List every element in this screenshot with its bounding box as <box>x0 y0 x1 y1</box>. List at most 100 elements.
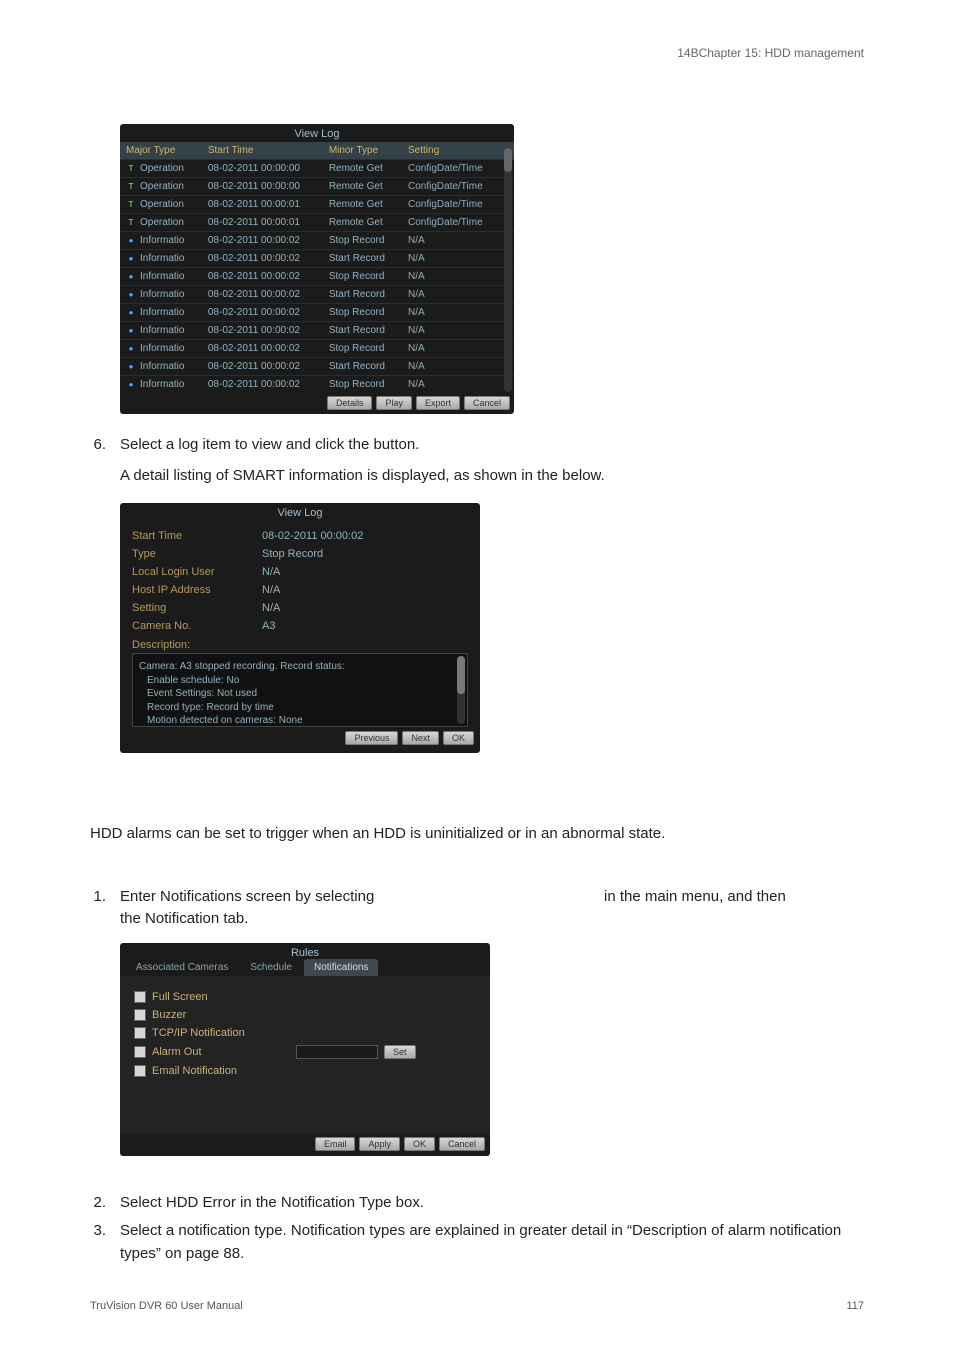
table-row[interactable]: ●Informatio 08-02-2011 00:00:02Start Rec… <box>120 358 514 376</box>
opt-alarm-out: Alarm Out Set <box>134 1042 476 1062</box>
operation-icon: T <box>126 199 136 209</box>
details-button[interactable]: Details <box>327 396 373 410</box>
detail-footer: Previous Next OK <box>120 727 480 749</box>
table-row[interactable]: ●Informatio 08-02-2011 00:00:02Stop Reco… <box>120 304 514 322</box>
information-icon: ● <box>126 307 136 317</box>
information-icon: ● <box>126 361 136 371</box>
val-start-time: 08-02-2011 00:00:02 <box>262 530 363 542</box>
apply-button[interactable]: Apply <box>359 1137 400 1151</box>
step-1-number: 1. <box>90 886 106 931</box>
next-button[interactable]: Next <box>402 731 439 745</box>
table-row[interactable]: ●Informatio 08-02-2011 00:00:02Stop Reco… <box>120 232 514 250</box>
step-1: 1. Enter Notifications screen by selecti… <box>90 886 864 931</box>
detail-window: View Log Start Time08-02-2011 00:00:02 T… <box>120 503 480 753</box>
step-2: 2. Select HDD Error in the Notification … <box>90 1192 864 1215</box>
page-footer: TruVision DVR 60 User Manual 117 <box>90 1300 864 1312</box>
rules-tabs: Associated Cameras Schedule Notification… <box>126 959 490 976</box>
cancel-button[interactable]: Cancel <box>464 396 510 410</box>
lbl-start-time: Start Time <box>132 530 262 542</box>
operation-icon: T <box>126 163 136 173</box>
ok-button-rules[interactable]: OK <box>404 1137 435 1151</box>
table-row[interactable]: ●Informatio 08-02-2011 00:00:02Stop Reco… <box>120 376 514 394</box>
log-window-title: View Log <box>120 124 514 142</box>
table-row[interactable]: TOperation 08-02-2011 00:00:01Remote Get… <box>120 214 514 232</box>
opt-email-notification[interactable]: Email Notification <box>134 1062 476 1080</box>
opt-tcpip[interactable]: TCP/IP Notification <box>134 1024 476 1042</box>
step-3: 3. Select a notification type. Notificat… <box>90 1220 864 1265</box>
rules-body: Full Screen Buzzer TCP/IP Notification A… <box>120 976 490 1134</box>
detail-window-figure: View Log Start Time08-02-2011 00:00:02 T… <box>120 503 864 753</box>
table-row[interactable]: ●Informatio 08-02-2011 00:00:02Stop Reco… <box>120 268 514 286</box>
rules-title: Rules <box>120 943 490 959</box>
col-setting[interactable]: Setting <box>402 142 514 160</box>
table-row[interactable]: TOperation 08-02-2011 00:00:00Remote Get… <box>120 160 514 178</box>
lbl-camera-no: Camera No. <box>132 620 262 632</box>
detail-scroll-thumb[interactable] <box>457 656 465 694</box>
rules-footer: Email Apply OK Cancel <box>120 1134 490 1156</box>
log-table-header-row: Major Type Start Time Minor Type Setting <box>120 142 514 160</box>
lbl-buzzer: Buzzer <box>152 1009 186 1021</box>
table-row[interactable]: ●Informatio 08-02-2011 00:00:02Stop Reco… <box>120 340 514 358</box>
lbl-type: Type <box>132 548 262 560</box>
col-minor[interactable]: Minor Type <box>323 142 402 160</box>
col-major[interactable]: Major Type <box>120 142 202 160</box>
table-row[interactable]: ●Informatio 08-02-2011 00:00:02Start Rec… <box>120 322 514 340</box>
lbl-tcpip: TCP/IP Notification <box>152 1027 245 1039</box>
col-start[interactable]: Start Time <box>202 142 323 160</box>
footer-left: TruVision DVR 60 User Manual <box>90 1300 243 1312</box>
lbl-alarm-out: Alarm Out <box>152 1046 290 1058</box>
information-icon: ● <box>126 379 136 389</box>
step-2-text: Select HDD Error in the Notification Typ… <box>120 1192 864 1215</box>
desc-l3: Event Settings: Not used <box>147 687 459 701</box>
set-button[interactable]: Set <box>384 1045 416 1059</box>
log-window: View Log Major Type Start Time Minor Typ… <box>120 124 514 414</box>
desc-l4: Record type: Record by time <box>147 701 459 715</box>
alarm-out-field[interactable] <box>296 1045 378 1059</box>
desc-l2: Enable schedule: No <box>147 674 459 688</box>
table-row[interactable]: TOperation 08-02-2011 00:00:00Remote Get… <box>120 178 514 196</box>
export-button[interactable]: Export <box>416 396 460 410</box>
detail-scrollbar[interactable] <box>457 656 465 724</box>
checkbox-buzzer[interactable] <box>134 1009 146 1021</box>
lbl-full-screen: Full Screen <box>152 991 208 1003</box>
checkbox-alarm-out[interactable] <box>134 1046 146 1058</box>
opt-buzzer[interactable]: Buzzer <box>134 1006 476 1024</box>
tab-associated-cameras[interactable]: Associated Cameras <box>126 959 238 976</box>
log-scrollbar[interactable] <box>504 148 512 392</box>
play-button[interactable]: Play <box>376 396 412 410</box>
table-row[interactable]: ●Informatio 08-02-2011 00:00:02Start Rec… <box>120 250 514 268</box>
email-button[interactable]: Email <box>315 1137 356 1151</box>
desc-l1: Camera: A3 stopped recording. Record sta… <box>139 660 459 674</box>
description-textbox: Camera: A3 stopped recording. Record sta… <box>132 653 468 727</box>
step-1-text-b: the Notification tab. <box>120 910 248 927</box>
checkbox-email-notification[interactable] <box>134 1065 146 1077</box>
footer-page-number: 117 <box>846 1300 864 1312</box>
tab-schedule[interactable]: Schedule <box>240 959 302 976</box>
opt-full-screen[interactable]: Full Screen <box>134 988 476 1006</box>
val-type: Stop Record <box>262 548 323 560</box>
checkbox-tcpip[interactable] <box>134 1027 146 1039</box>
step-3-number: 3. <box>90 1220 106 1265</box>
table-row[interactable]: ●Informatio 08-02-2011 00:00:02Start Rec… <box>120 286 514 304</box>
step-6-number: 6. <box>90 434 106 497</box>
log-footer: Details Play Export Cancel <box>120 393 514 414</box>
val-local-login: N/A <box>262 566 280 578</box>
information-icon: ● <box>126 343 136 353</box>
information-icon: ● <box>126 235 136 245</box>
checkbox-full-screen[interactable] <box>134 991 146 1003</box>
log-scroll-thumb[interactable] <box>504 148 512 172</box>
information-icon: ● <box>126 289 136 299</box>
val-camera-no: A3 <box>262 620 275 632</box>
rules-window-figure: Rules Associated Cameras Schedule Notifi… <box>120 943 864 1156</box>
ok-button[interactable]: OK <box>443 731 474 745</box>
tab-notifications[interactable]: Notifications <box>304 959 378 976</box>
cancel-button-rules[interactable]: Cancel <box>439 1137 485 1151</box>
table-row[interactable]: TOperation 08-02-2011 00:00:01Remote Get… <box>120 196 514 214</box>
val-setting: N/A <box>262 602 280 614</box>
previous-button[interactable]: Previous <box>345 731 398 745</box>
log-window-figure: View Log Major Type Start Time Minor Typ… <box>120 124 864 414</box>
information-icon: ● <box>126 271 136 281</box>
step-1-text-a: Enter Notifications screen by selecting <box>120 888 374 905</box>
operation-icon: T <box>126 181 136 191</box>
step-1-right: in the main menu, and then <box>604 886 864 931</box>
